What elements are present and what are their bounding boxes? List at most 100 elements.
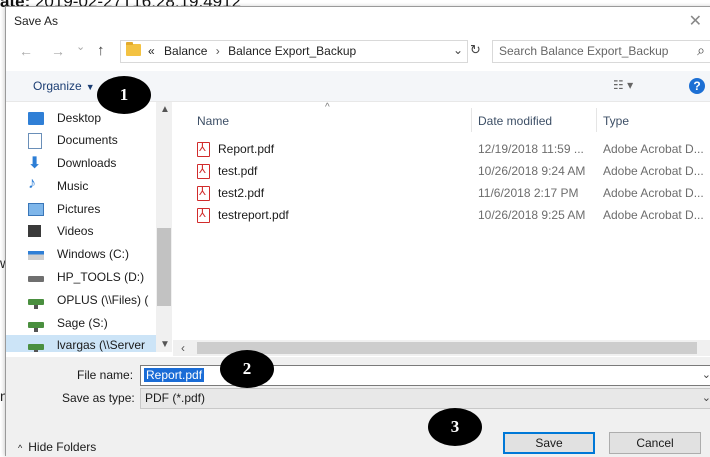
- close-icon[interactable]: ✕: [689, 11, 702, 31]
- up-arrow-icon[interactable]: ↑: [97, 42, 105, 59]
- file-row[interactable]: testreport.pdf 10/26/2018 9:25 AM Adobe …: [173, 204, 710, 226]
- videos-icon: [28, 225, 41, 237]
- sidebar-item-desktop[interactable]: Desktop: [28, 108, 168, 130]
- pdf-file-icon: [197, 185, 210, 201]
- help-icon[interactable]: ?: [689, 78, 705, 94]
- file-name-value[interactable]: Report.pdf: [144, 368, 205, 382]
- downloads-icon: ⬇: [28, 155, 42, 172]
- network-drive-icon: [28, 299, 44, 309]
- music-icon: ♪: [28, 175, 36, 192]
- hide-folders-button[interactable]: ^ Hide Folders: [18, 440, 96, 454]
- address-bar[interactable]: « Balance › Balance Export_Backup ⌄: [120, 40, 468, 63]
- file-name-label: File name:: [77, 368, 134, 382]
- folder-icon: [126, 42, 141, 56]
- breadcrumb-overflow[interactable]: «: [148, 44, 155, 58]
- sidebar-item-music[interactable]: ♪ Music: [28, 175, 168, 198]
- file-row[interactable]: Report.pdf 12/19/2018 11:59 ... Adobe Ac…: [173, 138, 710, 160]
- pdf-file-icon: [197, 163, 210, 179]
- address-dropdown-icon[interactable]: ⌄: [453, 43, 463, 57]
- windows-drive-icon: [28, 251, 44, 260]
- sidebar-item-label: OPLUS (\\Files) (: [57, 293, 149, 307]
- refresh-icon[interactable]: ↻: [470, 42, 481, 58]
- step-marker-2: 2: [220, 350, 274, 388]
- sidebar-item-windows-c[interactable]: Windows (C:): [28, 244, 168, 266]
- file-name: test2.pdf: [218, 186, 265, 200]
- sort-ascending-icon: ^: [325, 102, 330, 113]
- file-type: Adobe Acrobat D...: [603, 164, 704, 178]
- sidebar-item-label: Music: [57, 179, 89, 193]
- sidebar-item-label: Downloads: [57, 156, 117, 170]
- column-divider[interactable]: [471, 108, 472, 132]
- file-name: Report.pdf: [218, 142, 275, 156]
- search-icon[interactable]: ⌕: [697, 42, 705, 59]
- drive-icon: [28, 276, 44, 282]
- breadcrumb-separator-icon[interactable]: ›: [216, 44, 220, 58]
- column-divider[interactable]: [596, 108, 597, 132]
- sidebar-item-label: lvargas (\\Server: [57, 338, 146, 352]
- file-date: 11/6/2018 2:17 PM: [478, 186, 579, 200]
- organize-label: Organize: [33, 79, 82, 93]
- sidebar-item-label: Windows (C:): [57, 247, 130, 261]
- scrollbar-thumb[interactable]: [197, 342, 697, 354]
- dialog-titlebar: Save As ✕: [6, 7, 710, 35]
- network-drive-icon: [28, 344, 44, 352]
- navigation-pane-scrollbar[interactable]: ▲ ▼: [156, 102, 172, 352]
- sidebar-item-oplus[interactable]: OPLUS (\\Files) (: [28, 290, 168, 312]
- pictures-icon: [28, 203, 44, 216]
- column-header-date-modified[interactable]: Date modified: [478, 114, 552, 128]
- documents-icon: [28, 133, 42, 149]
- file-list: ^ Name Date modified Type Report.pdf 12/…: [173, 102, 710, 340]
- scroll-up-icon[interactable]: ▲: [160, 104, 170, 115]
- organize-caret-icon: ▼: [85, 82, 95, 92]
- file-date: 10/26/2018 9:24 AM: [478, 164, 586, 178]
- save-button[interactable]: Save: [503, 432, 595, 454]
- file-name: test.pdf: [218, 164, 258, 178]
- breadcrumb-item-balance[interactable]: Balance: [164, 44, 207, 58]
- sidebar-item-label: Sage (S:): [57, 316, 108, 330]
- file-type: Adobe Acrobat D...: [603, 208, 704, 222]
- file-name-dropdown-icon[interactable]: ⌄: [702, 368, 710, 381]
- breadcrumb-item-balance-export-backup[interactable]: Balance Export_Backup: [228, 44, 356, 58]
- step-marker-3: 3: [428, 408, 482, 446]
- file-date: 10/26/2018 9:25 AM: [478, 208, 586, 222]
- save-as-type-label: Save as type:: [62, 391, 135, 405]
- pdf-file-icon: [197, 207, 210, 223]
- sidebar-item-sage[interactable]: Sage (S:): [28, 313, 168, 335]
- hide-folders-caret-icon: ^: [18, 443, 23, 453]
- file-row[interactable]: test2.pdf 11/6/2018 2:17 PM Adobe Acroba…: [173, 182, 710, 204]
- save-as-type-dropdown-icon[interactable]: ⌄: [702, 391, 710, 404]
- file-row[interactable]: test.pdf 10/26/2018 9:24 AM Adobe Acroba…: [173, 160, 710, 182]
- desktop-icon: [28, 112, 44, 125]
- scroll-left-icon[interactable]: ‹: [181, 341, 185, 355]
- sidebar-item-videos[interactable]: Videos: [28, 221, 168, 243]
- file-type: Adobe Acrobat D...: [603, 142, 704, 156]
- view-options-icon[interactable]: ☷ ▾: [613, 78, 633, 92]
- search-box: ⌕: [492, 40, 710, 63]
- organize-button[interactable]: Organize ▼: [33, 79, 95, 93]
- sidebar-item-label: Pictures: [57, 202, 101, 216]
- file-type: Adobe Acrobat D...: [603, 186, 704, 200]
- back-arrow-icon[interactable]: ←: [19, 43, 33, 59]
- navigation-pane: Desktop Documents ⬇ Downloads ♪ Music Pi…: [6, 102, 172, 352]
- file-name: testreport.pdf: [218, 208, 289, 222]
- column-header-name[interactable]: Name: [197, 114, 229, 128]
- sidebar-item-label: HP_TOOLS (D:): [57, 270, 145, 284]
- sidebar-item-lvargas[interactable]: lvargas (\\Server: [6, 335, 156, 352]
- sidebar-item-label: Videos: [57, 224, 94, 238]
- sidebar-item-label: Documents: [57, 133, 118, 147]
- sidebar-item-documents[interactable]: Documents: [28, 130, 168, 152]
- hide-folders-label: Hide Folders: [28, 440, 97, 454]
- sidebar-item-downloads[interactable]: ⬇ Downloads: [28, 153, 168, 175]
- scrollbar-thumb[interactable]: [157, 228, 171, 306]
- sidebar-item-pictures[interactable]: Pictures: [28, 199, 168, 221]
- scroll-down-icon[interactable]: ▼: [160, 339, 170, 350]
- save-as-type-value: PDF (*.pdf): [145, 391, 206, 405]
- recent-locations-icon[interactable]: ⌄: [76, 40, 85, 53]
- navigation-bar: ← → ⌄ ↑ « Balance › Balance Export_Backu…: [6, 38, 710, 64]
- sidebar-item-hp-tools[interactable]: HP_TOOLS (D:): [28, 267, 168, 289]
- search-input[interactable]: [499, 43, 679, 59]
- save-as-type-select[interactable]: PDF (*.pdf) ⌄: [140, 388, 710, 409]
- cancel-button[interactable]: Cancel: [609, 432, 701, 454]
- forward-arrow-icon[interactable]: →: [51, 43, 65, 59]
- column-header-type[interactable]: Type: [603, 114, 629, 128]
